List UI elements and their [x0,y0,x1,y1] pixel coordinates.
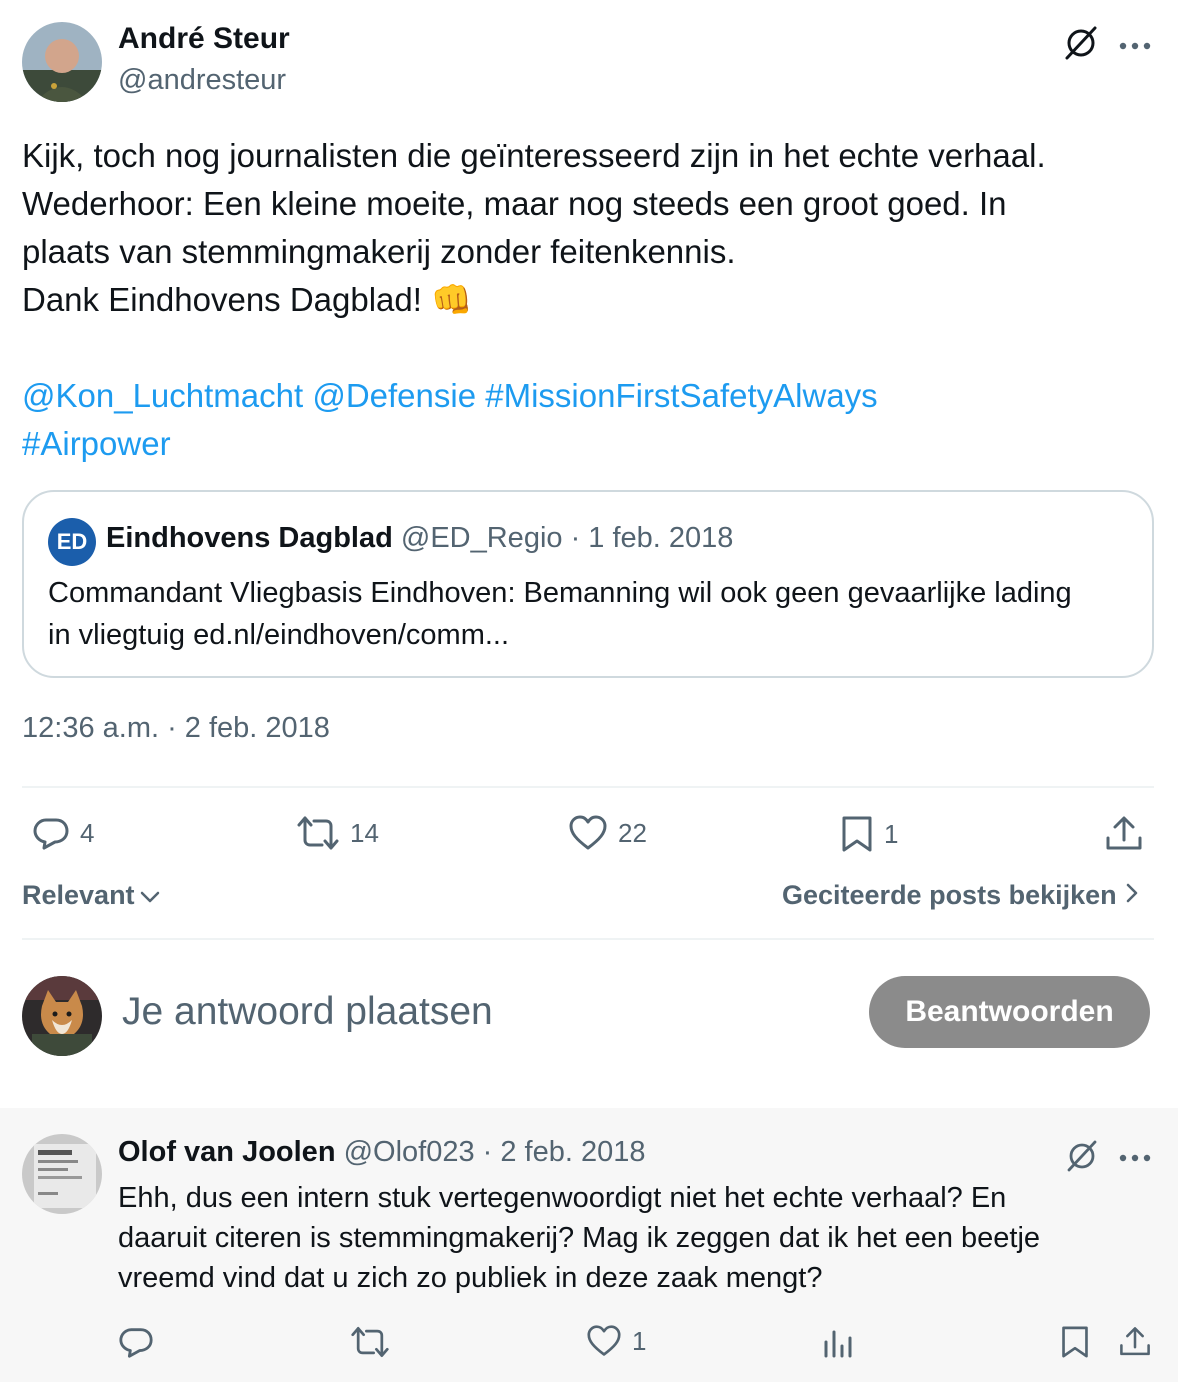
reply-action[interactable]: 4 [32,814,94,852]
quoted-posts-label: Geciteerde posts bekijken [782,880,1117,910]
share-icon [1104,814,1144,854]
quote-handle-date[interactable]: @ED_Regio · 1 feb. 2018 [401,522,734,554]
bookmark-icon [1060,1324,1090,1360]
retweet-count: 14 [350,817,379,848]
author-handle[interactable]: @andresteur [118,64,286,97]
reply-like-count: 1 [632,1325,647,1356]
reply-share-action[interactable] [1118,1324,1152,1360]
reply-button[interactable]: Beantwoorden [869,976,1150,1048]
reply-like-action[interactable]: 1 [586,1324,646,1358]
quote-text-line: in vliegtuig ed.nl/eindhoven/comm... [48,619,510,651]
chevron-right-icon [1125,880,1139,911]
ed-logo-text: ED [56,529,88,554]
tweet-line: plaats van stemmingmakerij zonder feiten… [22,233,736,270]
reply-text: Ehh, dus een intern stuk vertegenwoordig… [118,1178,1040,1298]
chevron-down-icon [139,880,161,911]
reply-grok-icon[interactable] [1064,1138,1100,1179]
quote-text-line: Commandant Vliegbasis Eindhoven: Bemanni… [48,577,1072,609]
tweet-line: Dank Eindhovens Dagblad! 👊 [22,281,473,318]
like-count: 22 [618,817,647,848]
sort-label: Relevant [22,880,135,910]
reply-bookmark-action[interactable] [1060,1324,1090,1360]
quoted-tweet-card[interactable]: ED Eindhovens Dagblad @ED_Regio · 1 feb.… [22,490,1154,678]
tweet-timestamp[interactable]: 12:36 a.m. · 2 feb. 2018 [22,712,330,745]
author-name[interactable]: André Steur [118,22,290,56]
reply-text-line: Ehh, dus een intern stuk vertegenwoordig… [118,1182,1007,1214]
tweet-hashtag[interactable]: #Airpower [22,420,1152,468]
grok-icon[interactable] [1062,24,1100,67]
reply-author-avatar[interactable] [22,1134,102,1214]
reply-more-options-icon[interactable] [1118,1150,1152,1168]
heart-icon [568,814,608,852]
sort-dropdown[interactable]: Relevant [22,880,161,911]
more-options-icon[interactable] [1118,38,1152,56]
reply-input[interactable]: Je antwoord plaatsen [122,990,822,1034]
like-action[interactable]: 22 [568,814,647,852]
tweet-line: Kijk, toch nog journalisten die geïntere… [22,137,1046,174]
heart-icon [586,1324,622,1358]
ed-logo: ED [48,518,96,566]
tweet-mentions[interactable]: @Kon_Luchtmacht @Defensie #MissionFirstS… [22,372,1152,420]
author-avatar[interactable] [22,22,102,102]
reply-count: 4 [80,817,95,848]
bookmark-icon [840,814,874,854]
analytics-icon [822,1326,854,1360]
reply-text-line: daaruit citeren is stemmingmakerij? Mag … [118,1222,1041,1254]
user-avatar[interactable] [22,976,102,1056]
divider [22,786,1154,788]
quote-author-name[interactable]: Eindhovens Dagblad [106,522,393,554]
share-icon [1118,1324,1152,1360]
reply-retweet-action[interactable] [350,1324,390,1360]
reply-author-name[interactable]: Olof van Joolen [118,1136,336,1168]
bookmark-count: 1 [884,818,899,849]
reply-handle-date[interactable]: @Olof023 · 2 feb. 2018 [344,1136,646,1168]
tweet-text: Kijk, toch nog journalisten die geïntere… [22,132,1152,468]
reply-text-line: vreemd vind dat u zich zo publiek in dez… [118,1262,823,1294]
tweet-line: Wederhoor: Een kleine moeite, maar nog s… [22,185,1007,222]
quoted-posts-link[interactable]: Geciteerde posts bekijken [782,880,1139,911]
reply-reply-action[interactable] [118,1324,154,1360]
retweet-icon [350,1324,390,1360]
retweet-icon [296,814,340,852]
reply-icon [32,814,70,852]
retweet-action[interactable]: 14 [296,814,379,852]
reply-views-action[interactable] [822,1326,854,1360]
reply-icon [118,1324,154,1360]
share-action[interactable] [1104,814,1144,854]
divider [22,938,1154,940]
reply-tweet[interactable]: Olof van Joolen @Olof023 · 2 feb. 2018 E… [0,1108,1178,1382]
bookmark-action[interactable]: 1 [840,814,898,854]
